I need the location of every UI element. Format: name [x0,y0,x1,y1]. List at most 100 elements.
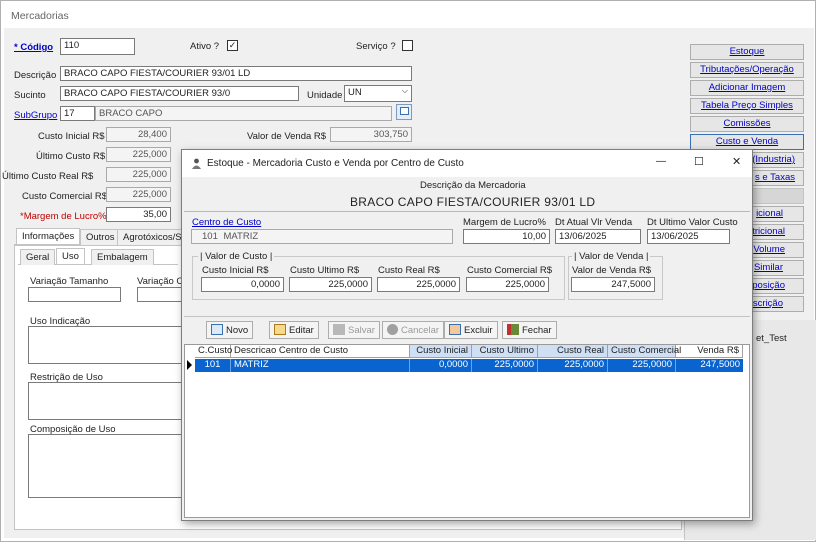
unidade-value: UN [348,87,362,98]
cancelar-button[interactable]: Cancelar [382,321,445,339]
centro-custo-name: MATRIZ [223,231,259,242]
dt-custo-label: Dt Ultimo Valor Custo [647,217,738,228]
fechar-button[interactable]: Fechar [502,321,557,339]
variacao-tamanho-label: Variação Tamanho [30,276,109,287]
custo-inicial-input[interactable]: 0,0000 [201,277,284,292]
ativo-checkbox[interactable]: ✓ [227,40,238,51]
editar-label: Editar [289,325,314,336]
row-indicator-icon [187,360,192,370]
subgrupo-name-input: BRACO CAPO [95,106,392,121]
sidebar-item-comissoes[interactable]: Comissões [690,116,804,132]
sidebar-item-adicionar-imagem[interactable]: Adicionar Imagem [690,80,804,96]
header-divider [184,211,750,212]
custo-comercial-label: Custo Comercial R$ [22,191,107,202]
cell-venda: 247,5000 [700,359,740,370]
custo-comercial-input[interactable]: 225,0000 [466,277,549,292]
tab-informacoes[interactable]: Informações [16,228,81,244]
uso-indicacao-textarea[interactable] [28,326,183,364]
excluir-button[interactable]: Excluir [444,321,498,339]
cell-custo-inicial: 0,0000 [410,359,472,372]
variacao-tamanho-input[interactable] [28,287,121,302]
subtab-uso[interactable]: Uso [56,248,85,264]
cancelar-label: Cancelar [401,325,440,336]
tab-outros[interactable]: Outros [80,229,121,245]
composicao-uso-textarea[interactable] [28,434,183,498]
servico-checkbox[interactable] [402,40,413,51]
custo-inicial-label: Custo Inicial R$ [202,265,269,276]
toolbar: Novo Editar Salvar Cancelar Excluir Fech… [184,316,750,342]
valor-venda-input[interactable]: 247,5000 [571,277,655,292]
custo-real-input[interactable]: 225,0000 [377,277,460,292]
minimize-button[interactable]: — [656,156,666,167]
sidebar-item-tributacoes[interactable]: Tributações/Operação [690,62,804,78]
subtab-geral[interactable]: Geral [20,249,56,265]
chevron-down-icon: ⌵ [401,86,408,95]
close-button[interactable]: ✕ [732,155,741,168]
sidebar-item-custo-venda[interactable]: Custo e Venda [690,134,804,150]
custo-ultimo-input[interactable]: 225,0000 [289,277,372,292]
sidebar-item-tabela-preco[interactable]: Tabela Preço Simples [690,98,804,114]
excluir-label: Excluir [464,325,493,336]
cancel-icon [387,324,398,335]
sucinto-input[interactable]: BRACO CAPO FIESTA/COURIER 93/0 [60,86,299,101]
cell-descricao: MATRIZ [231,359,410,372]
maximize-button[interactable]: ☐ [694,155,704,168]
codigo-label[interactable]: * Código [14,42,53,53]
ultimo-custo-input: 225,000 [106,147,171,162]
descricao-input[interactable]: BRACO CAPO FIESTA/COURIER 93/01 LD [60,66,412,81]
ultimo-custo-real-label: Último Custo Real R$ [2,171,94,182]
grid-header-descricao[interactable]: Descricao Centro de Custo [231,345,410,358]
descricao-header: Descrição da Mercadoria [420,180,526,191]
centro-custo-label[interactable]: Centro de Custo [192,217,261,228]
sidebar-item-estoque[interactable]: Estoque [690,44,804,60]
restricao-uso-textarea[interactable] [28,382,183,420]
fechar-label: Fechar [522,325,552,336]
custo-inicial-label: Custo Inicial R$ [38,131,105,142]
codigo-input[interactable]: 110 [60,38,135,55]
subtab-embalagem[interactable]: Embalagem [91,249,154,265]
unidade-label: Unidade [307,90,343,101]
custo-inicial-input: 28,400 [106,127,171,142]
descricao-label: Descrição [14,70,57,81]
grid-header-custo-inicial[interactable]: Custo Inicial [410,345,472,358]
sidebar-bottom-label: et_Test [756,333,787,344]
novo-button[interactable]: Novo [206,321,254,339]
margem-label: Margem de Lucro% [463,217,546,228]
valor-venda-label: Valor de Venda R$ [247,131,327,142]
variacao-c-label: Variação C [137,276,184,287]
dt-venda-input[interactable]: 13/06/2025 [555,229,641,244]
cell-custo-ultimo: 225,0000 [472,359,538,372]
valor-custo-group-label: | Valor de Custo | [198,251,275,262]
variacao-c-input[interactable] [137,287,182,302]
ultimo-custo-label: Último Custo R$ [36,151,106,162]
servico-label: Serviço ? [356,41,396,52]
editar-button[interactable]: Editar [269,321,319,339]
modal-title: Estoque - Mercadoria Custo e Venda por C… [207,158,464,169]
custo-comercial-label: Custo Comercial R$ [467,265,552,276]
dt-custo-input[interactable]: 13/06/2025 [647,229,730,244]
app-icon [191,158,202,169]
unidade-select[interactable]: UN ⌵ [344,85,412,102]
custo-real-label: Custo Real R$ [378,265,440,276]
subgrupo-code-input[interactable]: 17 [60,106,95,121]
grid-header-custo-real[interactable]: Custo Real [538,345,608,358]
cell-custo-real: 225,0000 [538,359,608,372]
grid-header-custo-ultimo[interactable]: Custo Ultimo [472,345,538,358]
margem-lucro-label: *Margem de Lucro% [20,211,107,222]
delete-icon [449,324,461,335]
grid-header-custo-comercial[interactable]: Custo Comercial [608,345,681,358]
valor-venda-input: 303,750 [330,127,412,142]
salvar-button[interactable]: Salvar [328,321,380,339]
cell-custo-comercial: 225,0000 [608,359,676,372]
exit-icon [507,324,519,335]
grid-header-venda[interactable]: Venda R$ [676,345,743,358]
valor-venda-label: Valor de Venda R$ [572,265,652,276]
margem-input[interactable]: 10,00 [463,229,550,244]
window-title: Mercadorias [11,10,69,22]
margem-lucro-input[interactable]: 35,00 [106,207,171,222]
centro-custo-grid: C.Custo Descricao Centro de Custo Custo … [184,344,750,518]
edit-icon [274,324,286,335]
subgrupo-label[interactable]: SubGrupo [14,110,57,121]
search-subgrupo-button[interactable] [396,104,412,120]
grid-header-ccusto[interactable]: C.Custo [195,345,232,358]
